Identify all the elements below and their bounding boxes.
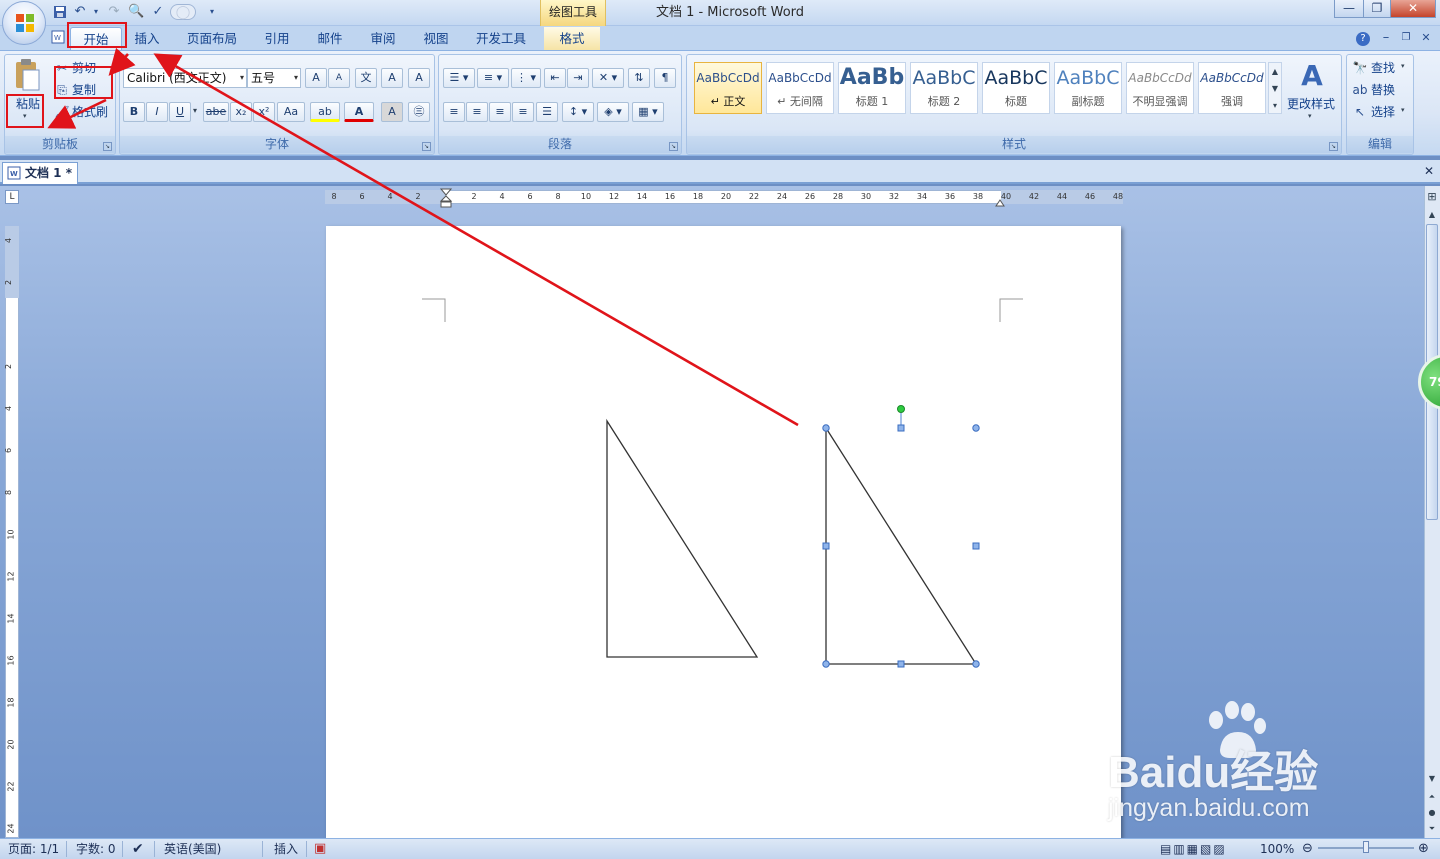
arrow-to-copy [108, 47, 136, 76]
office-button[interactable] [2, 1, 46, 45]
annotation-arrows [47, 47, 799, 427]
arrow-to-paste [47, 98, 107, 129]
office-logo-icon [16, 14, 34, 32]
arrow-to-home-tab [153, 53, 799, 427]
